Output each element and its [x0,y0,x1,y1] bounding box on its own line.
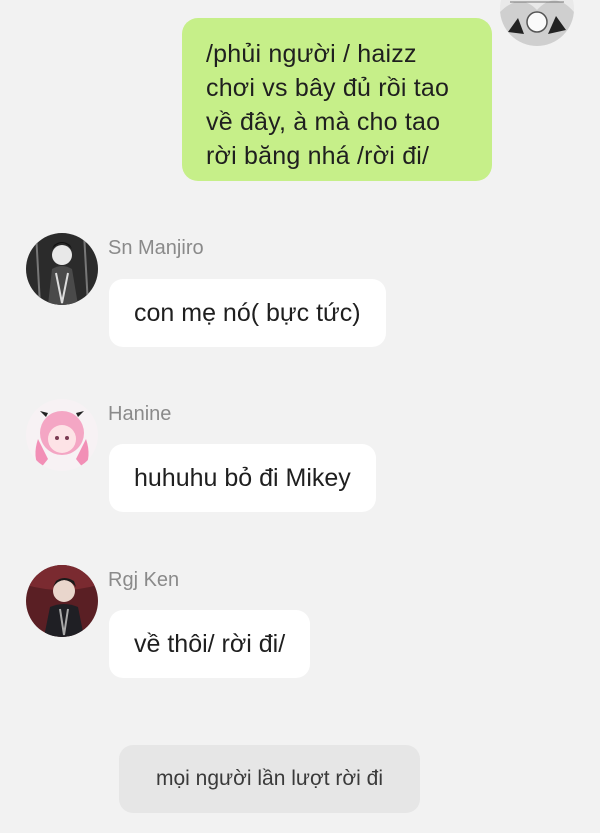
system-notice-text: mọi người lần lượt rời đi [156,767,383,790]
system-notice: mọi người lần lượt rời đi [119,745,420,813]
incoming-message-text: con mẹ nó( bực tức) [134,299,361,327]
incoming-message-bubble[interactable]: về thôi/ rời đi/ [109,610,311,678]
incoming-message-text: huhuhu bỏ đi Mikey [134,464,351,492]
manjiro-avatar-icon [26,233,98,305]
sender-name: Rgj Ken [108,569,180,591]
sender-name: Sn Manjiro [108,237,204,259]
outgoing-message-bubble[interactable]: /phủi người / haizz chơi vs bây đủ rồi t… [182,18,492,181]
ken-avatar-icon [26,565,98,637]
incoming-message-text: về thôi/ rời đi/ [134,630,286,658]
self-avatar-icon [500,0,574,46]
ken-avatar[interactable] [26,565,98,637]
manjiro-avatar[interactable] [26,233,98,305]
outgoing-message-text: /phủi người / haizz chơi vs bây đủ rồi t… [206,40,450,170]
incoming-message-bubble[interactable]: huhuhu bỏ đi Mikey [109,444,376,512]
incoming-message-bubble[interactable]: con mẹ nó( bực tức) [109,279,386,347]
self-avatar[interactable] [500,0,574,46]
sender-name: Hanine [108,403,172,425]
hanine-avatar-icon [26,399,98,471]
hanine-avatar[interactable] [26,399,98,471]
